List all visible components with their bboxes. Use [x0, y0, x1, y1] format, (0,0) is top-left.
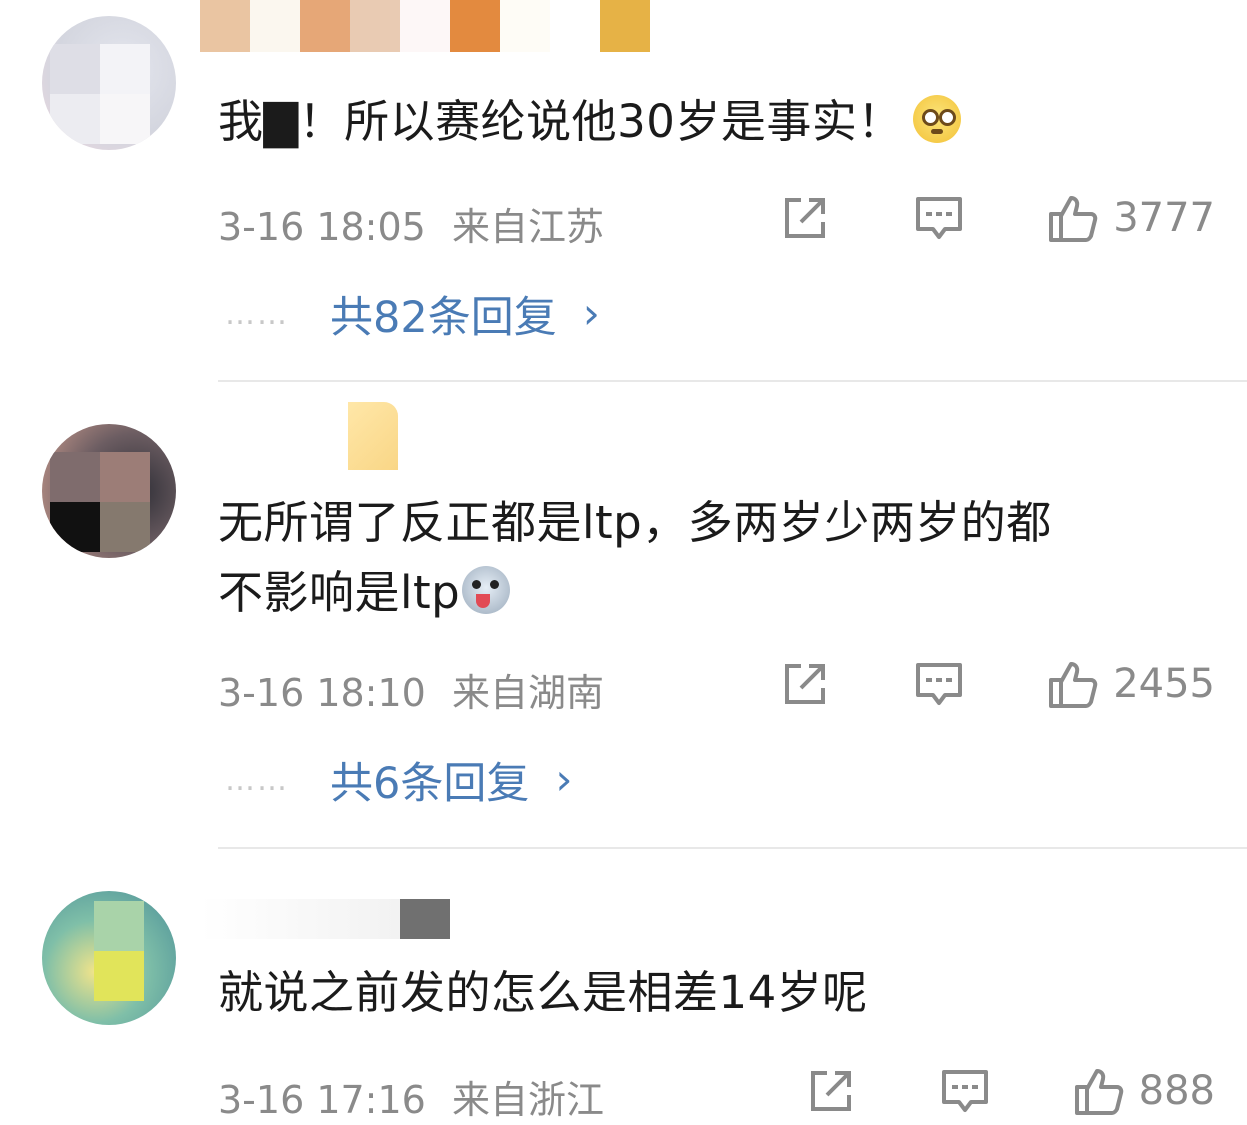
comment-icon[interactable]	[939, 1065, 991, 1117]
comment-body-line-1: 无所谓了反正都是ltp，多两岁少两岁的都	[218, 496, 1052, 549]
comment-actions: 888	[805, 1065, 1215, 1117]
comment-item: 就说之前发的怎么是相差14岁呢 3-16 17:16 来自浙江 888	[0, 849, 1247, 1125]
thumbs-up-icon[interactable]	[1047, 658, 1099, 710]
chevron-right-icon[interactable]: ›	[583, 289, 600, 339]
chevron-right-icon[interactable]: ›	[555, 755, 572, 805]
comment-location: 来自江苏	[451, 205, 604, 249]
comment-icon[interactable]	[913, 192, 965, 244]
username-blurred[interactable]	[348, 402, 398, 470]
comment-location: 来自浙江	[451, 1078, 604, 1122]
replies-link[interactable]: …… 共82条回复 ›	[225, 283, 600, 345]
comment-actions: 3777	[779, 192, 1215, 244]
share-icon[interactable]	[779, 192, 831, 244]
comment-time: 3-16 18:05	[218, 205, 426, 249]
comment-time: 3-16 18:10	[218, 671, 426, 715]
reply-count-label[interactable]: 共82条回复	[330, 283, 557, 345]
comment-text: 就说之前发的怎么是相差14岁呢	[218, 958, 1192, 1028]
comment-time: 3-16 17:16	[218, 1078, 426, 1122]
face-emoji-icon	[912, 95, 961, 143]
like-count: 3777	[1113, 195, 1215, 241]
comment-meta: 3-16 17:16 来自浙江	[218, 1069, 604, 1124]
comment-body: 就说之前发的怎么是相差14岁呢	[218, 966, 868, 1019]
comment-text: 我▇！所以赛纶说他30岁是事实！	[218, 87, 1192, 157]
thumbs-up-icon[interactable]	[1047, 192, 1099, 244]
share-icon[interactable]	[805, 1065, 857, 1117]
comment-body: 我▇！所以赛纶说他30岁是事实！	[218, 95, 903, 148]
dog-emoji-icon	[462, 566, 511, 614]
avatar[interactable]	[42, 16, 176, 150]
comment-text: 无所谓了反正都是ltp，多两岁少两岁的都 不影响是ltp	[218, 488, 1192, 628]
comment-item: 无所谓了反正都是ltp，多两岁少两岁的都 不影响是ltp 3-16 18:10 …	[0, 382, 1247, 847]
avatar[interactable]	[42, 424, 176, 558]
comment-item: 我▇！所以赛纶说他30岁是事实！ 3-16 18:05 来自江苏 3777 ………	[0, 0, 1247, 380]
thumbs-up-icon[interactable]	[1073, 1065, 1125, 1117]
comment-actions: 2455	[779, 658, 1215, 710]
username-blurred[interactable]	[200, 899, 450, 951]
comment-icon[interactable]	[913, 658, 965, 710]
comment-meta: 3-16 18:10 来自湖南	[218, 662, 604, 717]
reply-count-label[interactable]: 共6条回复	[330, 749, 529, 811]
like-count: 2455	[1113, 661, 1215, 707]
replies-link[interactable]: …… 共6条回复 ›	[225, 749, 573, 811]
like-count: 888	[1138, 1068, 1215, 1114]
avatar[interactable]	[42, 891, 176, 1025]
comment-body-line-2: 不影响是ltp	[218, 558, 1192, 628]
dots-icon: ……	[225, 762, 289, 798]
comment-body-line-2-text: 不影响是ltp	[218, 566, 461, 619]
comment-meta: 3-16 18:05 来自江苏	[218, 196, 604, 251]
username-blurred[interactable]	[200, 0, 650, 52]
share-icon[interactable]	[779, 658, 831, 710]
dots-icon: ……	[225, 296, 289, 332]
comment-location: 来自湖南	[451, 671, 604, 715]
